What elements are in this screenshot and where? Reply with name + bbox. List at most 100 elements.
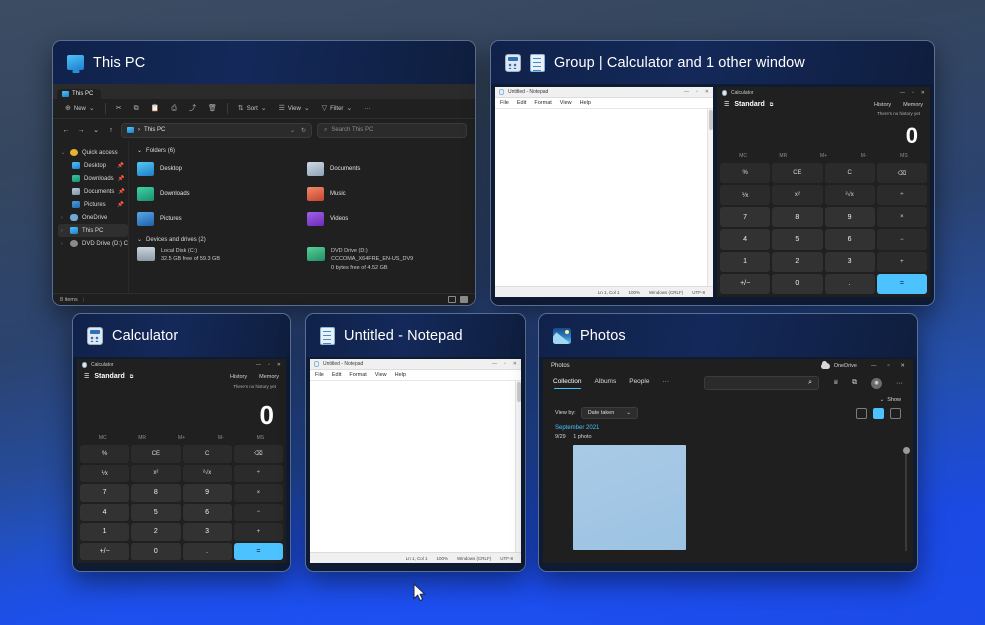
calculator-window[interactable]: Calculator — ▫ ✕ ☰ Standard ⧉ History Me… xyxy=(77,359,286,563)
notepad-text-area-mini[interactable] xyxy=(495,109,713,286)
key-multiply[interactable]: × xyxy=(234,484,283,502)
key-equals[interactable]: = xyxy=(877,274,927,294)
photos-search-input[interactable]: ⌕ xyxy=(704,376,819,390)
copy-button[interactable]: ⧉ xyxy=(129,103,144,114)
rename-button[interactable]: ⎙ xyxy=(166,103,182,114)
key-2[interactable]: 2 xyxy=(772,252,822,272)
memory-clear-button[interactable]: MC xyxy=(723,153,763,159)
memory-add-button[interactable]: M+ xyxy=(803,153,843,159)
key-5[interactable]: 5 xyxy=(131,504,180,522)
menu-file[interactable]: File xyxy=(315,372,324,378)
key-backspace[interactable]: ⌫ xyxy=(234,445,283,463)
calculator-memory-row[interactable]: MC MR M+ M- MS xyxy=(77,433,286,445)
key-reciprocal[interactable]: ⅟x xyxy=(720,185,770,205)
task-card-group[interactable]: Group | Calculator and 1 other window Un… xyxy=(490,40,935,306)
folder-item[interactable]: Pictures xyxy=(137,208,297,230)
hamburger-icon[interactable]: ☰ xyxy=(724,101,729,108)
view-mode-small[interactable] xyxy=(890,408,901,419)
card-preview-notepad[interactable]: Untitled - Notepad — ▫ ✕ File Edit Forma… xyxy=(306,357,525,571)
photos-show-control[interactable]: ⌄ Show xyxy=(543,394,913,403)
explorer-toolbar[interactable]: ⊕ New ⌄ ✂ ⧉ 📋 ⎙ ⤴ 🗑 ⇅ Sort ⌄ ☰ xyxy=(53,99,475,119)
folder-item[interactable]: Music xyxy=(307,183,467,205)
group-preview-calculator[interactable]: Calculator — ▫ ✕ ☰ Standard ⧉ History Me… xyxy=(717,87,930,297)
folder-item[interactable]: Videos xyxy=(307,208,467,230)
up-button[interactable]: ↑ xyxy=(106,127,116,134)
task-card-this-pc[interactable]: This PC This PC ⊕ New ⌄ ✂ ⧉ 📋 ⎙ xyxy=(52,40,476,306)
tab-collection[interactable]: Collection xyxy=(553,378,582,388)
key-percent[interactable]: % xyxy=(80,445,129,463)
details-view-button[interactable] xyxy=(448,296,456,303)
memory-tab[interactable]: Memory xyxy=(259,374,279,380)
photo-thumbnail[interactable] xyxy=(573,445,686,550)
calculator-mode-row-mini[interactable]: ☰ Standard ⧉ History Memory xyxy=(717,99,930,110)
calculator-memory-row-mini[interactable]: MC MR M+ M- MS xyxy=(717,151,930,163)
key-add[interactable]: + xyxy=(234,523,283,541)
close-button[interactable]: ✕ xyxy=(900,363,905,369)
key-7[interactable]: 7 xyxy=(80,484,129,502)
minimize-button[interactable]: — xyxy=(492,361,497,367)
refresh-button[interactable]: ↻ xyxy=(301,127,306,134)
forward-button[interactable]: → xyxy=(76,127,86,134)
folder-item[interactable]: Desktop xyxy=(137,158,297,180)
calculator-mode-row[interactable]: ☰ Standard ⧉ History Memory xyxy=(77,371,286,382)
notepad-text-area[interactable] xyxy=(310,381,521,552)
key-decimal[interactable]: . xyxy=(183,543,232,561)
memory-clear-button[interactable]: MC xyxy=(83,435,122,441)
avatar[interactable]: ◉ xyxy=(871,378,882,389)
view-by-select[interactable]: Date taken ⌄ xyxy=(581,407,638,419)
explorer-content-pane[interactable]: ⌄ Folders (6) Desktop Documents xyxy=(129,141,475,293)
minimize-button[interactable]: — xyxy=(684,89,689,95)
nav-item-dvd-drive[interactable]: › DVD Drive (D:) C xyxy=(58,237,128,250)
notepad-window[interactable]: Untitled - Notepad — ▫ ✕ File Edit Forma… xyxy=(310,359,521,563)
view-mode-single[interactable] xyxy=(856,408,867,419)
history-tab[interactable]: History xyxy=(874,102,891,108)
keep-on-top-icon[interactable]: ⧉ xyxy=(130,374,134,380)
delete-button[interactable]: 🗑 xyxy=(203,103,222,114)
maximize-button[interactable]: ▫ xyxy=(912,90,914,96)
key-4[interactable]: 4 xyxy=(80,504,129,522)
key-square-root[interactable]: ²√x xyxy=(825,185,875,205)
key-0[interactable]: 0 xyxy=(131,543,180,561)
key-5[interactable]: 5 xyxy=(772,229,822,249)
calculator-keypad[interactable]: % CE C ⌫ ⅟x x² ²√x ÷ 7 8 9 × 4 5 6 − 1 2… xyxy=(77,445,286,563)
memory-subtract-button[interactable]: M- xyxy=(201,435,240,441)
task-card-photos[interactable]: Photos Photos OneDrive — ▫ ✕ Collection … xyxy=(538,313,918,572)
folder-item[interactable]: Documents xyxy=(307,158,467,180)
key-equals[interactable]: = xyxy=(234,543,283,561)
file-explorer-window[interactable]: This PC ⊕ New ⌄ ✂ ⧉ 📋 ⎙ ⤴ 🗑 ⇅ S xyxy=(53,84,475,305)
nav-item-documents[interactable]: Documents 📌 xyxy=(58,185,128,198)
view-button[interactable]: ☰ View ⌄ xyxy=(274,103,315,114)
search-input[interactable]: ⌕ Search This PC xyxy=(317,123,467,138)
explorer-tab-strip[interactable]: This PC xyxy=(53,84,475,99)
nav-item-desktop[interactable]: Desktop 📌 xyxy=(58,159,128,172)
explorer-navigation-pane[interactable]: ⌄ Quick access Desktop 📌 Downloads 📌 xyxy=(53,141,129,293)
back-button[interactable]: ← xyxy=(61,127,71,134)
close-button[interactable]: ✕ xyxy=(921,90,925,96)
key-subtract[interactable]: − xyxy=(877,229,927,249)
view-mode-medium[interactable] xyxy=(873,408,884,419)
notepad-menubar-mini[interactable]: File Edit Format View Help xyxy=(495,98,713,109)
history-tab[interactable]: History xyxy=(230,374,247,380)
maximize-button[interactable]: ▫ xyxy=(504,361,506,367)
memory-store-button[interactable]: MS xyxy=(884,153,924,159)
memory-recall-button[interactable]: MR xyxy=(122,435,161,441)
card-preview-group[interactable]: Untitled - Notepad — ▫ ✕ File Edit Forma… xyxy=(491,84,934,305)
menu-edit[interactable]: Edit xyxy=(332,372,341,378)
key-1[interactable]: 1 xyxy=(720,252,770,272)
close-button[interactable]: ✕ xyxy=(705,89,709,95)
key-backspace[interactable]: ⌫ xyxy=(877,163,927,183)
folder-item[interactable]: Downloads xyxy=(137,183,297,205)
key-9[interactable]: 9 xyxy=(183,484,232,502)
breadcrumb[interactable]: › This PC ⌄ ↻ xyxy=(121,123,312,138)
key-2[interactable]: 2 xyxy=(131,523,180,541)
key-clear[interactable]: C xyxy=(183,445,232,463)
key-square[interactable]: x² xyxy=(772,185,822,205)
chevron-down-icon[interactable]: ⌄ xyxy=(290,127,295,134)
menu-format[interactable]: Format xyxy=(349,372,366,378)
menu-view[interactable]: View xyxy=(375,372,387,378)
onedrive-status[interactable]: OneDrive xyxy=(821,363,857,369)
tab-albums[interactable]: Albums xyxy=(595,378,617,388)
key-9[interactable]: 9 xyxy=(825,207,875,227)
photos-window[interactable]: Photos OneDrive — ▫ ✕ Collection Albums … xyxy=(543,359,913,563)
maximize-button[interactable]: ▫ xyxy=(696,89,698,95)
